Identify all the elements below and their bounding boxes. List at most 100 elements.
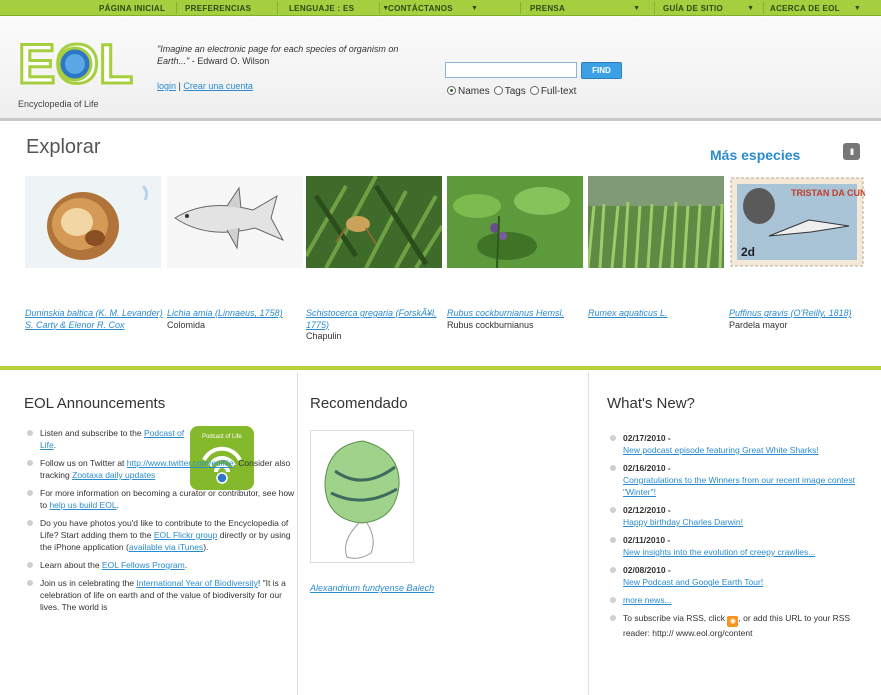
more-news-link[interactable]: more news...	[623, 595, 672, 605]
nav-item-about[interactable]: ACERCA DE EOL ▼	[770, 2, 861, 15]
find-button[interactable]: FIND	[581, 62, 622, 79]
news-date: 02/16/2010 -	[623, 463, 671, 473]
search-type-options: Names Tags Full-text	[447, 86, 576, 97]
nav-item-sitemap[interactable]: GUÍA DE SITIO ▼	[663, 2, 754, 15]
species-scientific-name[interactable]: Rubus cockburnianus Hemsl.	[447, 308, 585, 320]
text: Learn about the	[40, 560, 102, 570]
species-image[interactable]	[306, 176, 442, 268]
nav-item-label: PRENSA	[530, 4, 566, 13]
radio-names[interactable]: Names	[447, 86, 490, 97]
wilson-quote: "Imagine an electronic page for each spe…	[157, 43, 407, 67]
species-card: Rumex aquaticus L.	[588, 176, 726, 320]
radio-fulltext[interactable]: Full-text	[529, 86, 577, 97]
species-scientific-name[interactable]: Puffinus gravis (O'Reilly, 1818)	[729, 308, 867, 320]
stamp-image: TRISTAN DA CUNHA 2d	[730, 177, 865, 267]
nav-item-label: GUÍA DE SITIO	[663, 4, 724, 13]
radio-icon	[529, 86, 539, 95]
species-image[interactable]	[167, 176, 303, 268]
field-image	[588, 176, 724, 268]
text: .	[116, 500, 119, 510]
nav-item-label: ACERCA DE EOL	[770, 4, 840, 13]
species-scientific-name[interactable]: Rumex aquaticus L.	[588, 308, 726, 320]
twitter-link[interactable]: http://www.twitter.com/eolfile	[127, 458, 234, 468]
itunes-link[interactable]: available via iTunes	[129, 542, 203, 552]
search-input[interactable]	[445, 62, 577, 78]
announcements-title: EOL Announcements	[24, 395, 166, 412]
nav-item-preferences[interactable]: PREFERENCIAS	[185, 2, 251, 15]
featured-image[interactable]	[310, 430, 414, 563]
nav-divider	[763, 2, 764, 14]
featured-caption-link[interactable]: Alexandrium fundyense Balech	[310, 583, 434, 593]
auth-links: login | Crear una cuenta	[157, 81, 253, 91]
alexandrium-image	[324, 440, 400, 559]
auth-separator: |	[178, 81, 181, 91]
species-common-name: Colomida	[167, 319, 206, 330]
news-date: 02/12/2010 -	[623, 505, 671, 515]
create-account-link[interactable]: Crear una cuenta	[183, 81, 253, 91]
species-scientific-name[interactable]: Duninskia baltica (K. M. Levander) S. Ca…	[25, 308, 163, 331]
quote-author: - Edward O. Wilson	[191, 56, 270, 66]
nav-item-label: LENGUAJE : ES	[289, 4, 355, 13]
nav-item-contact[interactable]: CONTÁCTANOS ▼	[388, 2, 478, 15]
fellows-link[interactable]: EOL Fellows Program	[102, 560, 185, 570]
locust-image	[306, 176, 442, 268]
news-item: 02/08/2010 - New Podcast and Google Earth…	[607, 564, 879, 588]
chevron-down-icon: ▼	[853, 5, 862, 12]
news-link[interactable]: New Podcast and Google Earth Tour!	[623, 576, 879, 588]
list-item: Learn about the EOL Fellows Program.	[24, 559, 296, 571]
species-image[interactable]: TRISTAN DA CUNHA 2d	[729, 176, 865, 268]
species-card: TRISTAN DA CUNHA 2d Puffinus gravis (O'R…	[729, 176, 867, 331]
nav-item-language[interactable]: LENGUAJE : ES ▼	[289, 2, 389, 15]
text: Listen and subscribe to the	[40, 428, 144, 438]
biodiversity-link[interactable]: International Year of Biodiversity	[136, 578, 257, 588]
species-card: Duninskia baltica (K. M. Levander) S. Ca…	[25, 176, 163, 331]
species-image[interactable]	[25, 176, 161, 268]
radio-tags[interactable]: Tags	[493, 86, 526, 97]
news-link[interactable]: New insights into the evolution of creep…	[623, 546, 879, 558]
news-date: 02/17/2010 -	[623, 433, 671, 443]
news-item: more news...	[607, 594, 879, 606]
news-date: 02/08/2010 -	[623, 565, 671, 575]
species-image[interactable]	[447, 176, 583, 268]
species-common-name: Pardela mayor	[729, 319, 788, 330]
species-card: Rubus cockburnianus Hemsl. Rubus cockbur…	[447, 176, 585, 331]
species-card: Lichia amia (Linnaeus, 1758) Colomida	[167, 176, 305, 331]
list-item: Join us in celebrating the International…	[24, 577, 296, 613]
radio-selected-icon	[447, 86, 456, 95]
zootaxa-link[interactable]: Zootaxa daily updates	[72, 470, 155, 480]
chevron-down-icon: ▼	[633, 5, 641, 12]
nav-divider	[277, 2, 278, 14]
column-divider	[588, 372, 589, 695]
list-item: Follow us on Twitter at http://www.twitt…	[24, 457, 296, 481]
text: Join us in celebrating the	[40, 578, 137, 588]
species-image[interactable]	[588, 176, 724, 268]
svg-text:2d: 2d	[741, 245, 755, 259]
text: .	[184, 560, 188, 570]
species-scientific-name[interactable]: Lichia amia (Linnaeus, 1758)	[167, 308, 305, 320]
top-navigation: PÁGINA INICIAL PREFERENCIAS LENGUAJE : E…	[0, 0, 881, 16]
eol-logo[interactable]: EOL	[18, 33, 136, 95]
radio-label: Full-text	[540, 86, 577, 97]
news-link[interactable]: Happy birthday Charles Darwin!	[623, 516, 879, 528]
login-link[interactable]: login	[157, 81, 176, 91]
nav-item-press[interactable]: PRENSA ▼	[530, 2, 640, 15]
nav-item-home[interactable]: PÁGINA INICIAL	[99, 2, 165, 15]
more-species-link[interactable]: Más especies	[710, 147, 800, 163]
rss-text: To subscribe via RSS, click	[623, 613, 726, 623]
section-divider	[0, 366, 881, 370]
species-scientific-name[interactable]: Schistocerca gregaria (ForskÃ¥l, 1775)	[306, 308, 444, 331]
plant-image	[447, 176, 583, 268]
fish-image	[174, 186, 285, 250]
text: .	[53, 440, 57, 450]
news-link[interactable]: New podcast episode featuring Great Whit…	[623, 444, 879, 456]
news-item: 02/17/2010 - New podcast episode featurin…	[607, 432, 879, 456]
chevron-down-icon: ▼	[470, 5, 479, 12]
featured-title: Recomendado	[310, 395, 408, 412]
nav-divider	[379, 2, 380, 14]
nav-item-label: PREFERENCIAS	[185, 4, 252, 13]
help-build-link[interactable]: help us build EOL	[49, 500, 116, 510]
flickr-link[interactable]: EOL Flickr group	[154, 530, 217, 540]
rss-icon[interactable]: ◉	[727, 616, 739, 627]
news-link[interactable]: Congratulations to the Winners from our …	[623, 474, 879, 498]
pause-icon[interactable]: II	[843, 143, 860, 160]
